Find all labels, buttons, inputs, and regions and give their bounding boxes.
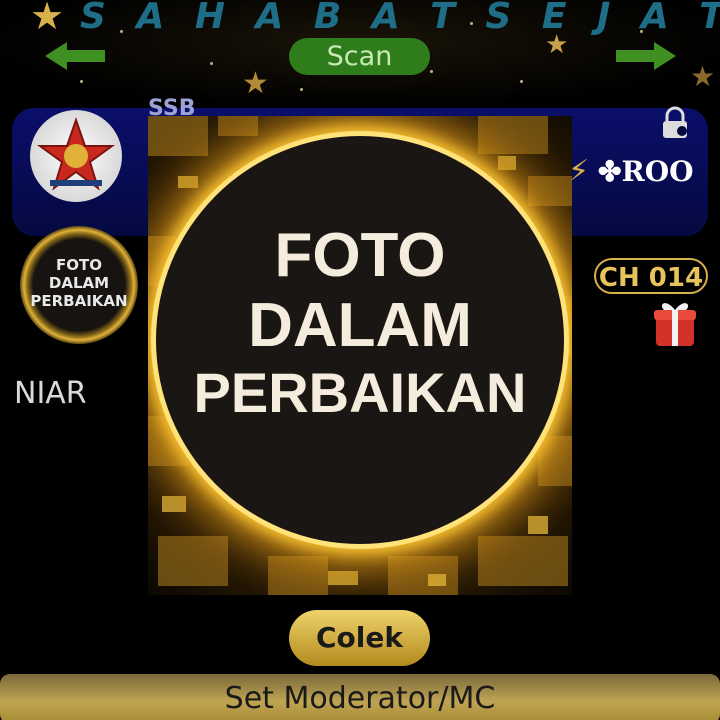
room-name-marquee: S A H A B A T S E J A T I B E R <box>80 0 720 37</box>
photo-text-line3: PERBAIKAN <box>193 361 527 424</box>
room-tag: ✤ROO <box>598 155 694 188</box>
host-name: NIAR <box>14 376 87 411</box>
room-logo <box>30 110 122 202</box>
sparkle <box>430 70 433 73</box>
sparkle <box>210 62 213 65</box>
star-icon: ★ <box>242 66 269 101</box>
star-emblem-icon <box>36 116 116 191</box>
colek-button[interactable]: Colek <box>289 610 430 666</box>
star-icon: ★ <box>30 0 65 38</box>
set-moderator-button[interactable]: Set Moderator/MC <box>0 674 720 720</box>
photo-text-line2: DALAM <box>248 291 472 360</box>
app-screen: ★ ★ ★ ★ S A H A B A T S E J A T I B E R … <box>0 0 720 720</box>
photo-text-line1: FOTO <box>274 221 446 290</box>
profile-photo-popup[interactable]: FOTO DALAM PERBAIKAN <box>148 116 572 595</box>
sparkle <box>520 80 523 83</box>
arrow-left-icon[interactable] <box>45 40 105 72</box>
scan-button[interactable]: Scan <box>289 38 430 75</box>
sparkle <box>80 80 83 83</box>
sparkle <box>300 88 303 91</box>
gift-icon[interactable] <box>652 298 698 348</box>
arrow-right-icon[interactable] <box>616 40 676 72</box>
channel-badge[interactable]: CH 014 <box>594 258 708 294</box>
star-icon: ★ <box>690 60 716 93</box>
host-avatar-caption: FOTO DALAM PERBAIKAN <box>30 256 128 310</box>
room-tag-text: ROO <box>621 155 694 188</box>
lock-icon[interactable] <box>658 106 692 140</box>
room-banner: ★ ★ ★ ★ S A H A B A T S E J A T I B E R … <box>0 0 720 105</box>
